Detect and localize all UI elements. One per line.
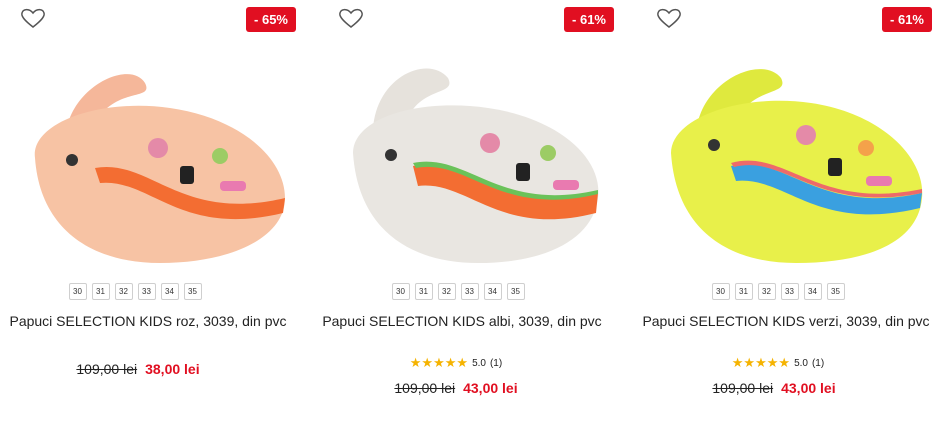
- product-name[interactable]: Papuci SELECTION KIDS verzi, 3039, din p…: [636, 313, 936, 329]
- size-option[interactable]: 31: [91, 283, 110, 300]
- size-option[interactable]: 30: [711, 283, 730, 300]
- product-name[interactable]: Papuci SELECTION KIDS albi, 3039, din pv…: [312, 313, 612, 329]
- size-option[interactable]: 35: [826, 283, 845, 300]
- heart-icon[interactable]: [656, 7, 682, 29]
- discount-badge: - 65%: [246, 7, 296, 32]
- rating-value: 5.0: [472, 357, 486, 369]
- old-price: 109,00 lei: [712, 380, 774, 396]
- size-option[interactable]: 34: [483, 283, 502, 300]
- size-option[interactable]: 34: [803, 283, 822, 300]
- rating-count: (1): [489, 357, 503, 369]
- rating[interactable]: ★★★★★ 5.0 (1): [306, 355, 606, 371]
- product-name[interactable]: Papuci SELECTION KIDS roz, 3039, din pvc: [0, 313, 298, 329]
- size-option[interactable]: 30: [68, 283, 87, 300]
- size-option[interactable]: 32: [437, 283, 456, 300]
- new-price: 38,00 lei: [145, 361, 200, 377]
- size-option[interactable]: 33: [137, 283, 156, 300]
- heart-icon[interactable]: [338, 7, 364, 29]
- product-card[interactable]: - 61% 30 31 32 33 34 35 Papuci SELECTION…: [636, 0, 936, 424]
- size-option[interactable]: 34: [160, 283, 179, 300]
- product-image[interactable]: [10, 48, 295, 280]
- product-image[interactable]: [646, 48, 931, 280]
- size-option[interactable]: 35: [183, 283, 202, 300]
- product-image[interactable]: [328, 48, 613, 280]
- size-option[interactable]: 30: [391, 283, 410, 300]
- size-list: 30 31 32 33 34 35: [0, 283, 285, 300]
- discount-badge: - 61%: [564, 7, 614, 32]
- size-list: 30 31 32 33 34 35: [308, 283, 608, 300]
- size-option[interactable]: 31: [414, 283, 433, 300]
- size-option[interactable]: 32: [114, 283, 133, 300]
- size-option[interactable]: 32: [757, 283, 776, 300]
- size-option[interactable]: 33: [460, 283, 479, 300]
- star-icon: ★★★★★: [731, 355, 791, 370]
- discount-badge: - 61%: [882, 7, 932, 32]
- price-block: 109,00 lei 43,00 lei: [306, 380, 606, 396]
- star-icon: ★★★★★: [409, 355, 469, 370]
- product-card[interactable]: - 61% 30 31 32 33 34 35 Papuci SELECTION…: [318, 0, 618, 424]
- new-price: 43,00 lei: [463, 380, 518, 396]
- size-option[interactable]: 31: [734, 283, 753, 300]
- size-list: 30 31 32 33 34 35: [628, 283, 928, 300]
- size-option[interactable]: 35: [506, 283, 525, 300]
- rating-value: 5.0: [794, 357, 808, 369]
- rating-count: (1): [811, 357, 825, 369]
- old-price: 109,00 lei: [76, 361, 138, 377]
- heart-icon[interactable]: [20, 7, 46, 29]
- price-block: 109,00 lei 43,00 lei: [624, 380, 924, 396]
- rating[interactable]: ★★★★★ 5.0 (1): [628, 355, 928, 371]
- size-option[interactable]: 33: [780, 283, 799, 300]
- price-block: 109,00 lei 38,00 lei: [0, 361, 288, 377]
- product-card[interactable]: - 65% 30 31 32 33 34 35 Papuci SELECTION…: [0, 0, 300, 424]
- old-price: 109,00 lei: [394, 380, 456, 396]
- new-price: 43,00 lei: [781, 380, 836, 396]
